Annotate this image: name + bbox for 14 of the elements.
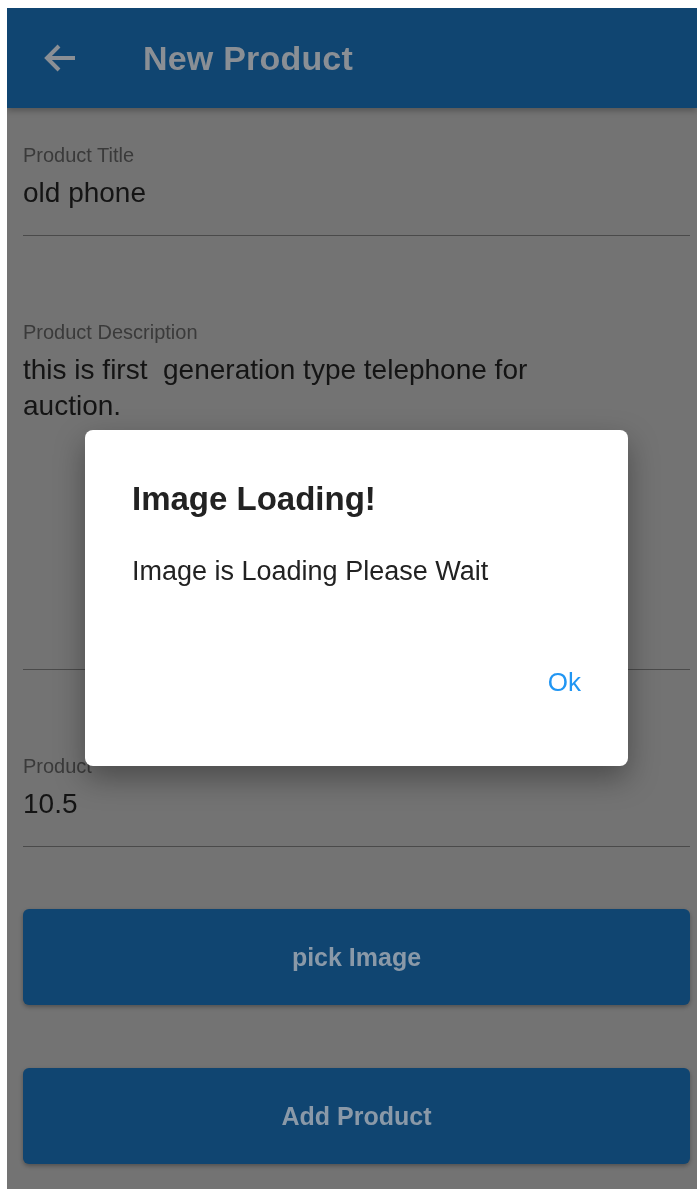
field-value: this is first generation type telephone for auction. (23, 353, 529, 423)
dialog-message: Image is Loading Please Wait (132, 556, 489, 587)
ok-button[interactable]: Ok (539, 663, 589, 702)
field-label: Product Description (23, 320, 199, 344)
field-value: 10.5 (23, 787, 78, 821)
field-label: Product (23, 754, 93, 778)
back-arrow-icon[interactable] (43, 43, 77, 73)
field-label: Product Title (23, 143, 136, 167)
action-button[interactable]: Add Product (23, 1068, 690, 1164)
action-button[interactable]: pick Image (23, 909, 690, 1005)
field-value: old phone (23, 176, 146, 210)
text-field[interactable]: Product Title old phone (23, 143, 690, 236)
page-title: New Product (143, 38, 353, 78)
dialog-title: Image Loading! (132, 480, 376, 518)
